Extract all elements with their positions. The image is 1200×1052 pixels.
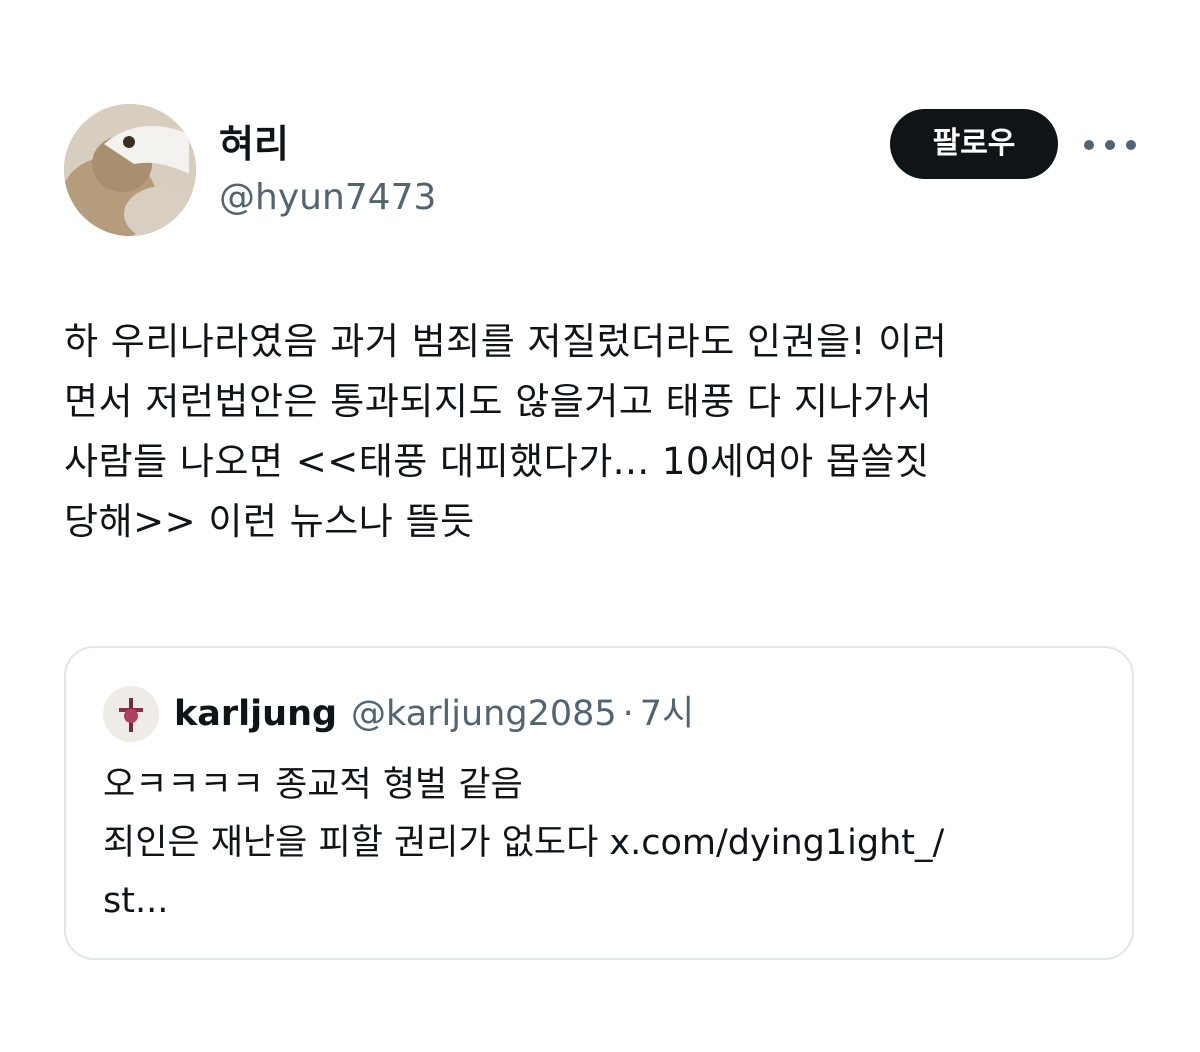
quote-author-handle[interactable]: @karljung2085	[351, 688, 617, 740]
quote-author-name[interactable]: karljung	[174, 688, 337, 740]
tweet-text: 하 우리나라였음 과거 범죄를 저질렀더라도 인권을! 이러 면서 저런법안은 …	[64, 320, 948, 543]
author-avatar[interactable]	[64, 104, 196, 236]
quote-timestamp[interactable]: 7시	[640, 688, 694, 740]
author-name[interactable]: 혀리	[219, 120, 289, 168]
quote-text: 오ㅋㅋㅋㅋ 종교적 형벌 같음 죄인은 재난을 피할 권리가 없도다 x.com…	[103, 765, 945, 921]
more-dot	[1126, 140, 1136, 150]
follow-button[interactable]: 팔로우	[890, 109, 1058, 179]
quote-tweet-card[interactable]: karljung @karljung2085 · 7시 오ㅋㅋㅋㅋ 종교적 형벌…	[64, 646, 1134, 960]
quote-avatar-image	[103, 686, 159, 742]
more-horizontal-icon[interactable]	[1084, 126, 1136, 164]
avatar-image	[64, 104, 196, 236]
tweet-header: 혀리 @hyun7473 팔로우	[64, 104, 1136, 238]
author-handle[interactable]: @hyun7473	[219, 174, 436, 222]
quote-meta-separator: ·	[622, 694, 634, 734]
more-dot	[1105, 140, 1115, 150]
quote-meta: karljung @karljung2085 · 7시	[174, 688, 694, 740]
quote-author-avatar[interactable]	[103, 686, 159, 742]
more-dot	[1084, 140, 1094, 150]
